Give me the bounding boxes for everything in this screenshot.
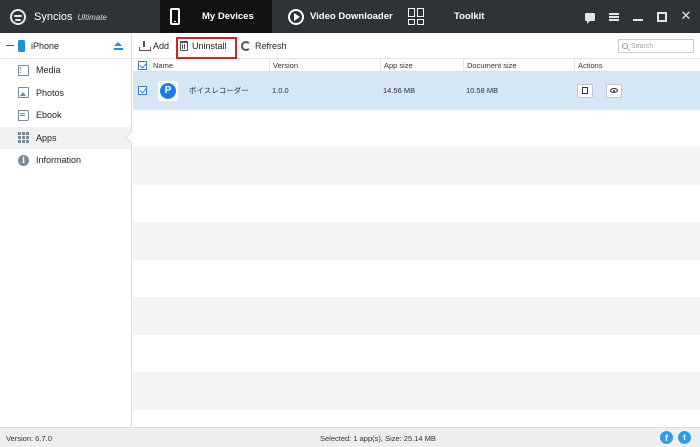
menu-button[interactable] xyxy=(608,11,620,23)
table-row[interactable]: P ボイスレコーダー 1.0.0 14.56 MB 10.58 MB xyxy=(133,72,700,110)
app-name-cell: P ボイスレコーダー xyxy=(149,72,269,110)
add-icon xyxy=(139,41,151,51)
app-name: Syncios xyxy=(34,10,73,23)
apps-table: Name Version App size Document size Acti… xyxy=(133,59,700,427)
refresh-icon xyxy=(241,41,251,51)
sidebar-item-apps[interactable]: Apps xyxy=(0,126,131,149)
select-all-checkbox[interactable] xyxy=(138,60,147,70)
app-version: 1.0.0 xyxy=(272,86,289,96)
table-header: Name Version App size Document size Acti… xyxy=(133,59,700,72)
empty-row xyxy=(133,147,700,185)
app-brand: Syncios Ultimate xyxy=(10,0,107,33)
sidebar-item-label: Photos xyxy=(36,87,65,98)
tab-video-downloader[interactable]: Video Downloader xyxy=(283,0,396,33)
sidebar-item-information[interactable]: i Information xyxy=(0,149,131,172)
twitter-icon[interactable]: t xyxy=(678,431,691,444)
trash-icon xyxy=(582,87,588,95)
column-header-document-size[interactable]: Document size xyxy=(463,59,574,72)
empty-row xyxy=(133,297,700,335)
phone-icon xyxy=(170,8,180,25)
minimize-button[interactable] xyxy=(632,11,644,23)
row-checkbox[interactable] xyxy=(138,86,147,96)
empty-row xyxy=(133,372,700,410)
empty-row xyxy=(133,222,700,260)
maximize-icon xyxy=(657,11,667,22)
close-button[interactable]: ✕ xyxy=(680,8,692,24)
column-header-app-size[interactable]: App size xyxy=(380,59,463,72)
add-button[interactable]: Add xyxy=(139,33,169,59)
actions-cell xyxy=(574,72,700,110)
device-phone-icon xyxy=(18,39,25,52)
device-row[interactable]: iPhone xyxy=(0,33,131,59)
refresh-button-label: Refresh xyxy=(255,41,287,51)
uninstall-highlight-box xyxy=(176,37,237,59)
delete-app-button[interactable] xyxy=(577,83,593,98)
play-icon xyxy=(288,8,304,25)
collapse-icon[interactable] xyxy=(6,44,14,47)
row-checkbox-cell xyxy=(133,72,149,110)
sidebar-item-label: Apps xyxy=(36,132,57,143)
search-icon xyxy=(622,43,628,49)
information-icon: i xyxy=(18,154,29,166)
version-text: Version: 6.7.0 xyxy=(6,434,52,443)
status-bar: Version: 6.7.0 Selected: 1 app(s), Size:… xyxy=(0,427,700,447)
feedback-button[interactable] xyxy=(584,11,596,24)
column-header-version[interactable]: Version xyxy=(269,59,380,72)
sidebar-item-label: Media xyxy=(36,65,61,76)
title-bar: Syncios Ultimate My Devices Video Downlo… xyxy=(0,0,700,33)
empty-row xyxy=(133,185,700,223)
empty-row xyxy=(133,260,700,298)
apps-icon xyxy=(18,132,29,144)
select-all-cell xyxy=(133,59,149,72)
minimize-icon xyxy=(633,18,643,21)
tab-my-devices[interactable]: My Devices xyxy=(160,0,272,33)
eye-icon xyxy=(610,88,618,94)
toolbar: Add Uninstall Refresh Search xyxy=(133,33,700,59)
sidebar: iPhone Media Photos Ebook Apps i Informa… xyxy=(0,33,132,427)
syncios-logo-icon xyxy=(10,8,26,25)
app-name: ボイスレコーダー xyxy=(189,86,249,96)
sidebar-item-photos[interactable]: Photos xyxy=(0,82,131,105)
menu-icon xyxy=(609,12,619,21)
sidebar-item-label: Information xyxy=(36,155,82,166)
toolkit-grid-icon xyxy=(408,8,424,25)
app-icon: P xyxy=(157,79,179,102)
search-placeholder: Search xyxy=(631,42,654,50)
window-controls: ✕ xyxy=(584,0,692,33)
selection-summary: Selected: 1 app(s), Size: 25.14 MB xyxy=(320,434,436,443)
sidebar-item-ebook[interactable]: Ebook xyxy=(0,104,131,127)
add-button-label: Add xyxy=(153,41,170,51)
sidebar-item-media[interactable]: Media xyxy=(0,59,131,82)
maximize-button[interactable] xyxy=(656,11,668,23)
empty-row xyxy=(133,110,700,148)
facebook-icon[interactable]: f xyxy=(660,431,673,444)
tab-toolkit-label: Toolkit xyxy=(454,11,485,22)
sidebar-item-label: Ebook xyxy=(36,110,62,121)
close-icon: ✕ xyxy=(680,8,692,24)
photos-icon xyxy=(18,87,29,99)
ebook-icon xyxy=(18,109,29,121)
app-edition: Ultimate xyxy=(77,13,107,22)
tab-video-downloader-label: Video Downloader xyxy=(310,11,393,22)
tab-my-devices-label: My Devices xyxy=(202,11,254,22)
empty-row xyxy=(133,410,700,428)
app-size: 14.56 MB xyxy=(383,86,416,96)
media-icon xyxy=(18,64,29,76)
empty-row xyxy=(133,335,700,373)
tab-toolkit[interactable]: Toolkit xyxy=(404,0,484,33)
refresh-button[interactable]: Refresh xyxy=(241,33,287,59)
eject-icon[interactable] xyxy=(114,41,123,50)
search-input[interactable]: Search xyxy=(618,39,694,53)
view-app-button[interactable] xyxy=(606,83,622,98)
column-header-actions: Actions xyxy=(574,59,700,72)
feedback-icon xyxy=(585,12,595,24)
column-header-name[interactable]: Name xyxy=(149,59,269,72)
document-size: 10.58 MB xyxy=(466,86,499,96)
device-name: iPhone xyxy=(31,40,60,51)
